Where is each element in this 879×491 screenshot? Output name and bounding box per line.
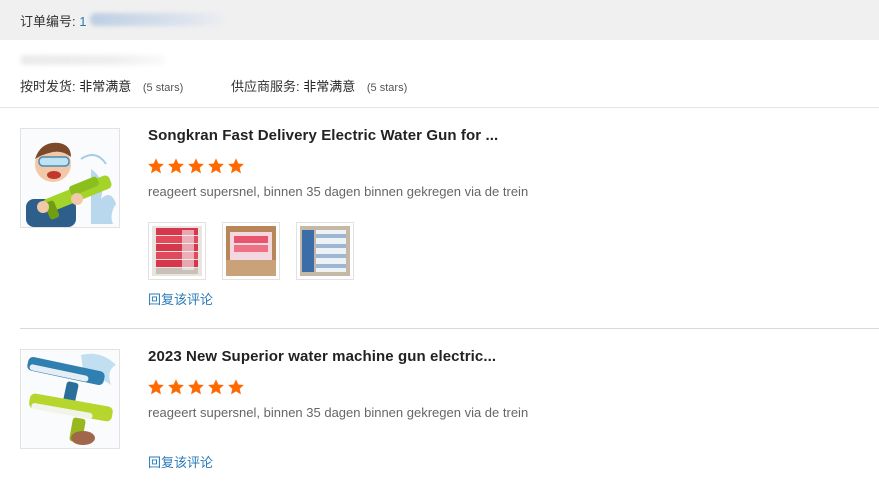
review-divider [20, 328, 879, 329]
ontime-label: 按时发货: [20, 79, 76, 94]
reply-to-review-link[interactable]: 回复该评论 [148, 452, 213, 471]
star-icon [208, 379, 224, 395]
redacted-username [20, 55, 166, 65]
ontime-value: 非常满意 [79, 79, 132, 94]
order-number[interactable]: 1 [79, 14, 86, 29]
product-title[interactable]: Songkran Fast Delivery Electric Water Gu… [148, 127, 498, 144]
order-header: 订单编号: 1 [0, 0, 879, 40]
star-icon [148, 379, 164, 395]
ontime-stars-text: (5 stars) [142, 82, 184, 94]
review-photo[interactable] [222, 222, 280, 280]
service-value: 非常满意 [303, 79, 356, 94]
star-icon [228, 379, 244, 395]
product-title[interactable]: 2023 New Superior water machine gun elec… [148, 348, 496, 365]
photo-open-box [226, 226, 276, 276]
service-label: 供应商服务: [231, 79, 300, 94]
star-icon [168, 379, 184, 395]
star-icon [188, 379, 204, 395]
order-number-label: 订单编号: 1 [20, 11, 86, 30]
photo-boxes-stack-1 [152, 226, 202, 276]
star-icon [148, 158, 164, 174]
review-photo[interactable] [296, 222, 354, 280]
service-stars-text: (5 stars) [366, 82, 408, 94]
section-divider [0, 107, 879, 108]
ontime-delivery-rating: 按时发货: 非常满意 (5 stars) [20, 76, 183, 95]
product-thumbnail[interactable] [20, 349, 120, 449]
review-star-rating [147, 157, 245, 175]
product-image-two-water-guns [21, 350, 119, 448]
product-image-boy-water-gun [21, 129, 119, 227]
supplier-service-rating: 供应商服务: 非常满意 (5 stars) [231, 76, 407, 95]
star-icon [168, 158, 184, 174]
star-icon [228, 158, 244, 174]
product-thumbnail[interactable] [20, 128, 120, 228]
review-star-rating [147, 378, 245, 396]
redacted-order-id [90, 13, 226, 26]
reply-to-review-link[interactable]: 回复该评论 [148, 289, 213, 308]
star-icon [208, 158, 224, 174]
order-label-text: 订单编号: [20, 14, 76, 29]
review-comment: reageert supersnel, binnen 35 dagen binn… [148, 184, 529, 199]
star-icon [188, 158, 204, 174]
review-comment: reageert supersnel, binnen 35 dagen binn… [148, 405, 529, 420]
review-photos [148, 222, 354, 280]
review-photo[interactable] [148, 222, 206, 280]
photo-boxes-stack-2 [300, 226, 350, 276]
